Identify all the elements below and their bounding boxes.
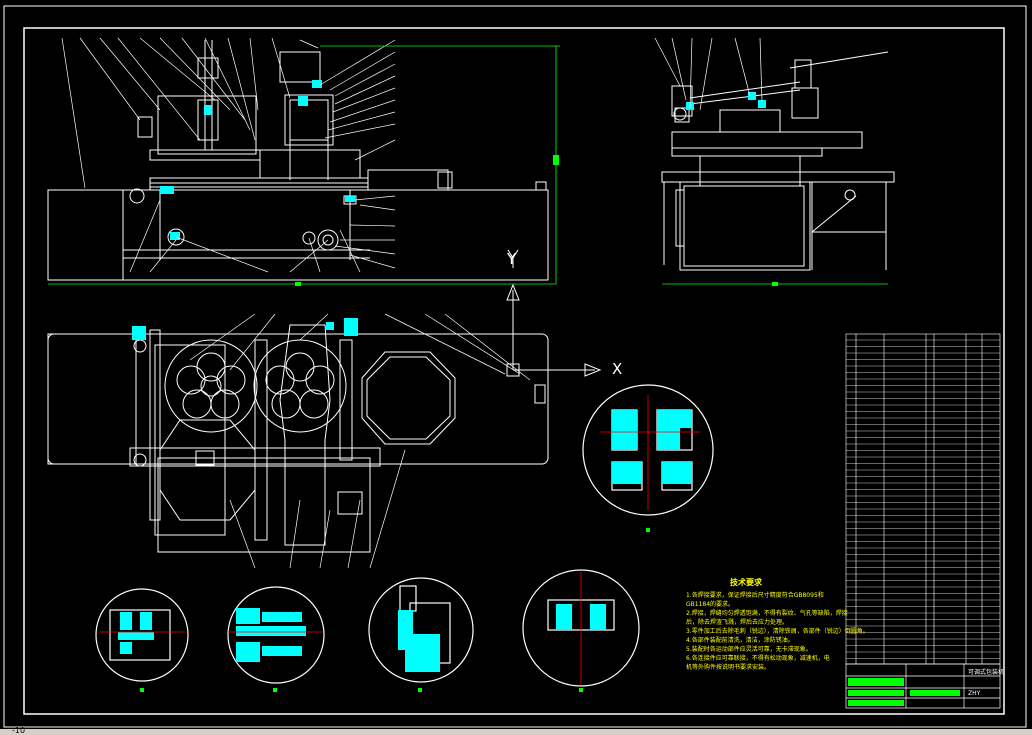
- technical-note-line: 5.装配时各运动部件应灵活可靠，无卡滞现象。: [686, 646, 812, 653]
- sheet-outer-border: [3, 5, 1027, 728]
- front-view-right-leaders: [319, 39, 396, 269]
- front-view: [47, 40, 549, 281]
- title-block-drawing-name: 可调式包装机: [968, 669, 1005, 676]
- side-view-leaders: [654, 37, 763, 111]
- cad-viewport[interactable]: X Y 技术要求 1.各焊接要求，保证焊接后尺寸精度符合GB8095和 GB118…: [0, 0, 1032, 735]
- technical-note-line: 2.焊接，焊缝均匀焊透饱满，不得有裂纹、气孔等缺陷，焊接: [686, 610, 848, 617]
- xy-axis-symbol: [506, 249, 602, 404]
- technical-note-line: GB1184的要求。: [686, 601, 735, 608]
- technical-note-line: 4.各部件装配前清洗，清洁，涂防锈油。: [686, 637, 794, 644]
- axis-y-label: Y: [507, 250, 517, 268]
- sheet-inner-border: [23, 27, 1005, 715]
- title-block-drawing-number: ZHY: [968, 690, 981, 697]
- coordinate-readout: -10: [12, 726, 26, 735]
- technical-notes-title: 技术要求: [730, 578, 762, 587]
- technical-note-line: 后，除去焊渣飞溅，焊后去应力处理。: [686, 619, 789, 626]
- drawing-canvas[interactable]: [0, 0, 1032, 735]
- top-view-leaders: [189, 313, 531, 569]
- top-view: [47, 324, 549, 553]
- technical-note-line: 6.各连接件应可靠联接，不得有松动现象，减速机，电: [686, 655, 830, 662]
- technical-note-line: 1.各焊接要求，保证焊接后尺寸精度符合GB8095和: [686, 592, 824, 599]
- parts-list: [845, 333, 1001, 665]
- dim-marker: [553, 155, 559, 165]
- parts-list-rows: [846, 339, 1000, 659]
- status-bar: [0, 729, 1032, 735]
- axis-x-label: X: [612, 360, 623, 378]
- side-view: [661, 51, 895, 271]
- side-view-fills: [686, 92, 766, 110]
- technical-note-line: 3.零件加工后去除毛刺（锐边），清除铁屑，各部件（锐边）倒圆角。: [686, 628, 869, 635]
- technical-note-line: 机等外购件按说明书要求安装。: [686, 664, 771, 671]
